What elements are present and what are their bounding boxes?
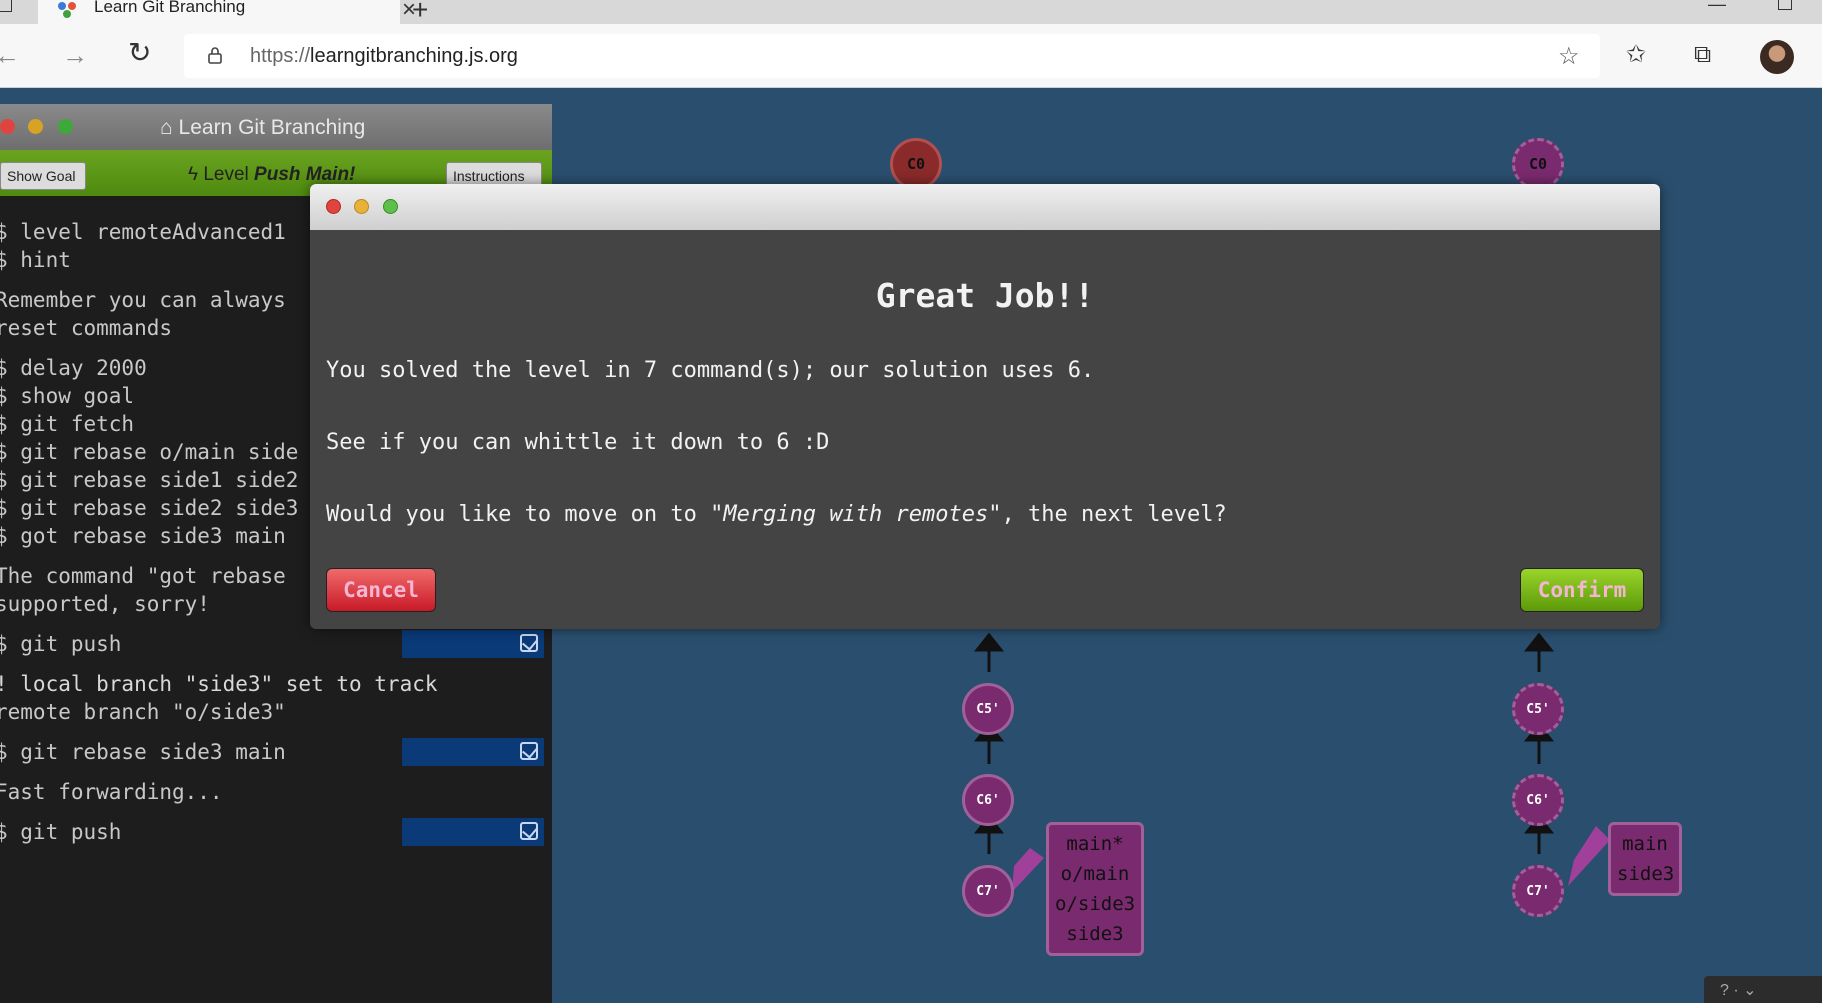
new-tab-icon[interactable]: + <box>412 0 428 26</box>
minimize-dot-icon[interactable] <box>28 119 43 134</box>
branch-label: o/main <box>1060 863 1130 885</box>
commit-c7-goal[interactable]: C7' <box>1512 865 1564 917</box>
dialog-titlebar <box>310 184 1660 230</box>
minimize-window-icon[interactable]: — <box>1708 0 1726 15</box>
terminal-line: $ show goal <box>0 384 135 408</box>
command-status-bar <box>402 818 544 846</box>
minimize-dot-icon[interactable] <box>354 199 369 214</box>
confirm-button[interactable]: Confirm <box>1520 568 1644 612</box>
terminal-titlebar: ⌂ Learn Git Branching <box>0 104 552 150</box>
forward-arrow-icon[interactable]: → <box>62 42 88 68</box>
terminal-line: ! local branch "side3" set to track <box>0 672 438 696</box>
commit-c6-local[interactable]: C6' <box>962 774 1014 826</box>
question-prefix: Would you like to move on to <box>326 502 711 527</box>
help-widget[interactable]: ? · ⌄ <box>1704 976 1822 1003</box>
terminal-line: $ git push <box>0 820 122 844</box>
question-suffix: , the next level? <box>1001 502 1227 527</box>
favorites-icon[interactable]: ✩ <box>1626 42 1646 68</box>
terminal-line: remote branch "o/side3" <box>0 700 286 724</box>
commit-c6-goal[interactable]: C6' <box>1512 774 1564 826</box>
home-icon: ⌂ <box>160 116 173 139</box>
commit-c0-local[interactable]: C0 <box>890 138 942 190</box>
terminal-line: reset commands <box>0 316 173 340</box>
command-status-bar <box>402 738 544 766</box>
git-favicon-icon <box>58 2 76 18</box>
help-icon[interactable]: ? <box>1720 982 1729 999</box>
maximize-dot-icon[interactable] <box>58 119 73 134</box>
tab-actions-icon[interactable] <box>0 0 12 12</box>
terminal-title-text: Learn Git Branching <box>178 116 366 139</box>
branch-label: side3 <box>1617 863 1675 885</box>
close-dot-icon[interactable] <box>0 119 15 134</box>
commit-c7-local[interactable]: C7' <box>962 865 1014 917</box>
url-host: learngitbranching.js.org <box>310 45 518 67</box>
tab-learn-git-branching[interactable]: Learn Git Branching × <box>38 0 416 24</box>
branch-label: o/side3 <box>1055 893 1136 915</box>
collapse-icon[interactable]: ⌄ <box>1743 982 1756 999</box>
terminal-line: $ git rebase side1 side2 <box>0 468 299 492</box>
level-prefix: Level <box>203 164 249 185</box>
terminal-title: ⌂ Learn Git Branching <box>160 116 365 140</box>
browser-toolbar: ← → ↻ https://learngitbranching.js.org ☆… <box>0 24 1822 88</box>
url-text: https://learngitbranching.js.org <box>250 45 518 68</box>
address-bar[interactable]: https://learngitbranching.js.org ☆ <box>184 34 1600 78</box>
dialog-result-text: You solved the level in 7 command(s); ou… <box>326 358 1095 383</box>
terminal-line: $ git rebase side2 side3 <box>0 496 299 520</box>
terminal-line: $ level remoteAdvanced1 <box>0 220 286 244</box>
commit-c0-goal[interactable]: C0 <box>1512 138 1564 190</box>
collections-icon[interactable]: ⧉ <box>1694 42 1711 68</box>
branch-label: main <box>1622 833 1668 855</box>
terminal-line: $ git rebase side3 main <box>0 740 286 764</box>
maximize-dot-icon[interactable] <box>383 199 398 214</box>
dialog-question-text: Would you like to move on to "Merging wi… <box>326 502 1227 527</box>
show-goal-button[interactable]: Show Goal <box>0 162 86 190</box>
branch-labels-goal[interactable]: main side3 <box>1608 822 1682 896</box>
terminal-line: supported, sorry! <box>0 592 210 616</box>
reload-icon[interactable]: ↻ <box>128 39 151 67</box>
terminal-line: Remember you can always <box>0 288 286 312</box>
lightning-icon: ϟ <box>188 164 199 185</box>
checkbox-icon <box>520 634 538 652</box>
tab-title: Learn Git Branching <box>94 0 246 16</box>
commit-c5-goal[interactable]: C5' <box>1512 683 1564 735</box>
maximize-window-icon[interactable] <box>1778 0 1792 10</box>
command-status-bar <box>402 630 544 658</box>
branch-label: side3 <box>1066 923 1124 945</box>
terminal-line: $ hint <box>0 248 71 272</box>
cancel-button[interactable]: Cancel <box>326 568 436 612</box>
next-level-name: "Merging with remotes" <box>710 502 1002 527</box>
level-complete-dialog: Great Job!! You solved the level in 7 co… <box>310 184 1660 629</box>
dialog-heading: Great Job!! <box>875 276 1095 315</box>
terminal-line: $ got rebase side3 main <box>0 524 286 548</box>
back-arrow-icon[interactable]: ← <box>0 42 20 68</box>
level-name: Push Main! <box>254 164 356 185</box>
terminal-line: $ git rebase o/main side <box>0 440 299 464</box>
profile-avatar[interactable] <box>1760 40 1794 74</box>
level-label: ϟ Level Push Main! <box>188 164 355 186</box>
checkbox-icon <box>520 742 538 760</box>
terminal-line: The command "got rebase <box>0 564 286 588</box>
checkbox-icon <box>520 822 538 840</box>
add-favorite-icon[interactable]: ☆ <box>1558 42 1580 71</box>
terminal-line: $ git fetch <box>0 412 135 436</box>
terminal-line: $ delay 2000 <box>0 356 147 380</box>
commit-c5-local[interactable]: C5' <box>962 683 1014 735</box>
terminal-line: Fast forwarding... <box>0 780 223 804</box>
lock-icon <box>208 47 222 64</box>
dialog-hint-text: See if you can whittle it down to 6 :D <box>326 430 830 455</box>
url-scheme: https:// <box>250 45 311 67</box>
branch-labels-local[interactable]: main* o/main o/side3 side3 <box>1046 822 1144 956</box>
terminal-line: $ git push <box>0 632 122 656</box>
branch-label: main* <box>1066 833 1124 855</box>
close-dot-icon[interactable] <box>326 199 341 214</box>
tab-strip: Learn Git Branching × + — <box>0 0 1822 26</box>
